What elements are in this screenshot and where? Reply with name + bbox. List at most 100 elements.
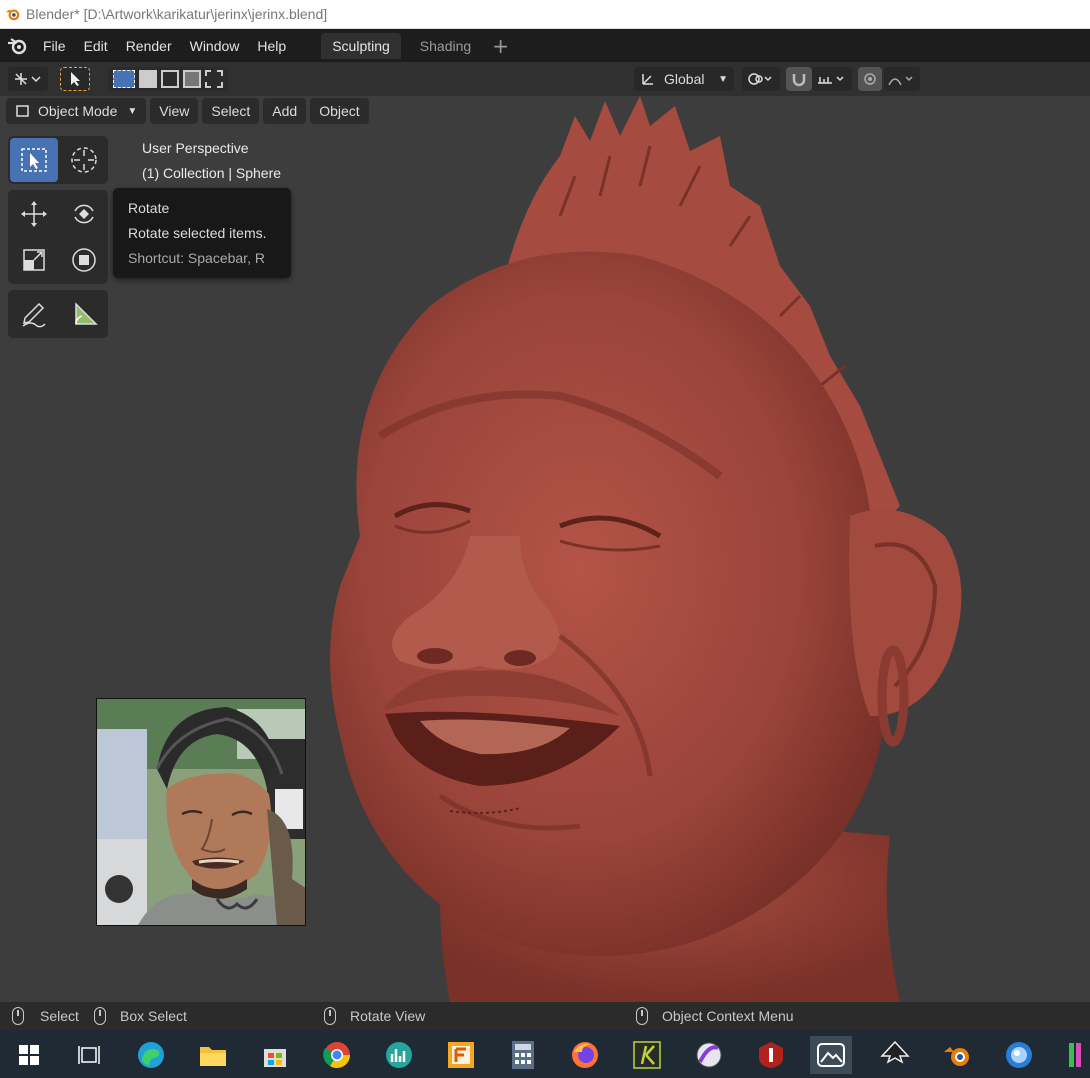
object-mode-label: Object Mode xyxy=(38,103,118,119)
orientation-axis-icon xyxy=(642,74,653,85)
object-mode-dropdown[interactable]: Object Mode ▼ xyxy=(6,98,147,124)
menu-file[interactable]: File xyxy=(34,38,75,54)
measure-tool[interactable] xyxy=(60,292,108,336)
select-box-tool[interactable] xyxy=(10,138,58,182)
menu-edit[interactable]: Edit xyxy=(75,38,117,54)
3d-viewport[interactable]: Object Mode ▼ View Select Add Object Use… xyxy=(0,96,1090,1002)
mode-new-icon[interactable] xyxy=(113,70,135,88)
title-bar: Blender* [D:\Artwork\karikatur\jerinx\je… xyxy=(0,0,1090,29)
editor-type-icon xyxy=(15,73,41,85)
chevron-down-icon: ▼ xyxy=(718,73,728,85)
mouse-right-icon xyxy=(636,1007,648,1025)
cursor-arrow-icon xyxy=(71,72,80,86)
menu-object[interactable]: Object xyxy=(310,98,369,124)
status-select-label: Select xyxy=(40,1008,79,1024)
move-icon xyxy=(21,201,47,227)
editor-type-dropdown[interactable] xyxy=(8,67,48,91)
add-workspace-button[interactable]: + xyxy=(492,34,509,58)
tool-group-annotate xyxy=(8,290,108,338)
move-tool[interactable] xyxy=(10,192,58,236)
window-title: Blender* [D:\Artwork\karikatur\jerinx\je… xyxy=(26,6,328,22)
sphere-app-icon xyxy=(696,1042,722,1068)
tool-group-select xyxy=(8,136,108,184)
snap-toggle[interactable] xyxy=(786,67,812,91)
taskbar-app-sphere[interactable] xyxy=(688,1036,730,1074)
annotate-tool[interactable] xyxy=(10,292,58,336)
rotate-tool[interactable] xyxy=(60,192,108,236)
cursor-tool[interactable] xyxy=(60,138,108,182)
blender-app-icon xyxy=(944,1047,969,1066)
proportional-icon xyxy=(864,73,876,85)
blender-logo-icon xyxy=(5,9,20,21)
mode-subtract-icon[interactable] xyxy=(161,70,179,88)
taskbar-inkscape[interactable] xyxy=(874,1036,916,1074)
tab-shading[interactable]: Shading xyxy=(409,33,482,59)
windows-taskbar xyxy=(0,1030,1090,1078)
transform-icon xyxy=(72,248,96,272)
transform-tool[interactable] xyxy=(60,238,108,282)
select-tool-indicator[interactable] xyxy=(60,67,90,91)
graph-app-icon xyxy=(386,1042,412,1068)
taskbar-calculator[interactable] xyxy=(502,1036,544,1074)
taskbar-edge[interactable] xyxy=(130,1036,172,1074)
menu-select[interactable]: Select xyxy=(202,98,260,124)
status-rotate-view-label: Rotate View xyxy=(350,1008,426,1024)
start-button[interactable] xyxy=(8,1036,50,1074)
taskbar-file-explorer[interactable] xyxy=(192,1036,234,1074)
pivot-icon xyxy=(748,73,772,85)
view-perspective-label: User Perspective xyxy=(142,140,249,156)
mode-intersect-icon[interactable] xyxy=(205,70,223,88)
taskbar-app-red[interactable] xyxy=(750,1036,792,1074)
falloff-dropdown[interactable] xyxy=(884,67,920,91)
task-view-icon xyxy=(78,1046,100,1064)
blender-menu-icon[interactable] xyxy=(0,29,34,62)
menu-window[interactable]: Window xyxy=(181,38,249,54)
taskbar-photos[interactable] xyxy=(810,1036,852,1074)
taskbar-app-green[interactable] xyxy=(1060,1036,1090,1074)
taskbar-app-k[interactable] xyxy=(626,1036,668,1074)
taskbar-app-blue[interactable] xyxy=(998,1036,1040,1074)
chrome-icon xyxy=(323,1042,351,1069)
mouse-middle-icon xyxy=(324,1007,336,1025)
viewport-header: Object Mode ▼ View Select Add Object xyxy=(6,98,369,124)
scale-tool[interactable] xyxy=(10,238,58,282)
mode-invert-icon[interactable] xyxy=(183,70,201,88)
proportional-editing-toggle[interactable] xyxy=(858,67,882,91)
tab-sculpting[interactable]: Sculpting xyxy=(321,32,401,59)
taskbar-store[interactable] xyxy=(254,1036,296,1074)
menu-help[interactable]: Help xyxy=(248,38,295,54)
mouse-drag-icon xyxy=(94,1007,106,1025)
orientation-dropdown[interactable]: Global ▼ xyxy=(634,67,734,91)
taskbar-f-app[interactable] xyxy=(440,1036,482,1074)
windows-logo-icon xyxy=(19,1045,39,1065)
menu-view[interactable]: View xyxy=(150,98,199,124)
taskbar-blender[interactable] xyxy=(936,1036,978,1074)
falloff-curve-icon xyxy=(888,76,913,86)
collection-object-label: (1) Collection | Sphere xyxy=(142,165,282,181)
calculator-icon xyxy=(512,1041,534,1069)
mouse-left-icon xyxy=(12,1007,24,1025)
rotate-tooltip: Rotate Rotate selected items. Shortcut: … xyxy=(113,188,291,278)
status-box-select: Box Select xyxy=(94,1007,187,1025)
reference-photo[interactable] xyxy=(96,698,306,926)
red-shield-app-icon xyxy=(759,1042,783,1068)
reference-portrait-image xyxy=(97,699,305,925)
taskbar-firefox[interactable] xyxy=(564,1036,606,1074)
mode-extend-icon[interactable] xyxy=(139,70,157,88)
tooltip-shortcut: Shortcut: Spacebar, R xyxy=(128,250,265,266)
snap-target-dropdown[interactable] xyxy=(812,67,852,91)
status-select: Select xyxy=(12,1007,79,1025)
menu-render[interactable]: Render xyxy=(117,38,181,54)
inkscape-icon xyxy=(880,1040,910,1064)
taskbar-app-graph[interactable] xyxy=(378,1036,420,1074)
tooltip-title: Rotate xyxy=(128,200,170,216)
rotate-icon xyxy=(74,204,94,224)
task-view-button[interactable] xyxy=(68,1036,110,1074)
top-menubar: File Edit Render Window Help Sculpting S… xyxy=(0,29,1090,62)
pivot-point-dropdown[interactable] xyxy=(742,67,780,91)
annotate-pencil-icon xyxy=(22,302,46,328)
taskbar-chrome[interactable] xyxy=(316,1036,358,1074)
tool-shelf xyxy=(8,136,108,344)
menu-add[interactable]: Add xyxy=(263,98,307,124)
chevron-down-icon: ▼ xyxy=(127,105,138,117)
